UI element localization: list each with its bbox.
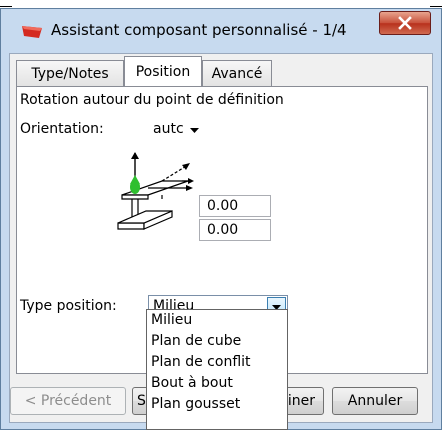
top-right-line <box>430 6 442 7</box>
window-title: Assistant composant personnalisé - 1/4 <box>51 21 347 39</box>
rotation-label: Rotation autour du point de définition <box>20 92 284 108</box>
dropdown-option-bout-a-bout[interactable]: Bout à bout <box>147 373 287 394</box>
previous-button[interactable]: < Précédent <box>10 387 126 415</box>
cancel-button-label: Annuler <box>347 393 403 409</box>
orientation-value: autc <box>153 121 184 137</box>
screen-top-strip <box>0 0 442 8</box>
tab-avance[interactable]: Avancé <box>202 60 272 86</box>
dropdown-option-plan-de-cube[interactable]: Plan de cube <box>147 331 287 352</box>
top-left-line <box>0 6 12 7</box>
next-button-label: S <box>137 393 146 409</box>
tab-position[interactable]: Position <box>124 56 202 86</box>
close-icon <box>398 16 412 30</box>
tab-type-notes[interactable]: Type/Notes <box>16 60 124 86</box>
chevron-down-icon <box>190 128 199 133</box>
offset-top-field[interactable]: 0.00 <box>199 195 271 217</box>
title-bar[interactable]: Assistant composant personnalisé - 1/4 <box>1 9 441 53</box>
dropdown-option-milieu[interactable]: Milieu <box>147 310 287 331</box>
orientation-select[interactable]: autc <box>147 118 203 142</box>
app-icon <box>22 26 42 38</box>
beam-diagram-icon <box>117 152 194 230</box>
dropdown-option-plan-gousset[interactable]: Plan gousset <box>147 394 287 415</box>
type-position-label: Type position: <box>20 298 117 314</box>
previous-button-label: < Précédent <box>24 393 112 409</box>
offset-bottom-field[interactable]: 0.00 <box>199 219 271 241</box>
close-button[interactable] <box>379 11 431 35</box>
tab-label: Avancé <box>211 65 263 82</box>
dropdown-option-plan-de-conflit[interactable]: Plan de conflit <box>147 352 287 373</box>
tab-label: Type/Notes <box>31 65 109 82</box>
finish-button-label: iner <box>287 393 315 409</box>
tab-label: Position <box>135 63 191 80</box>
type-position-dropdown-list: Milieu Plan de cube Plan de conflit Bout… <box>146 309 288 430</box>
cancel-button[interactable]: Annuler <box>332 387 418 415</box>
orientation-label: Orientation: <box>20 121 104 137</box>
